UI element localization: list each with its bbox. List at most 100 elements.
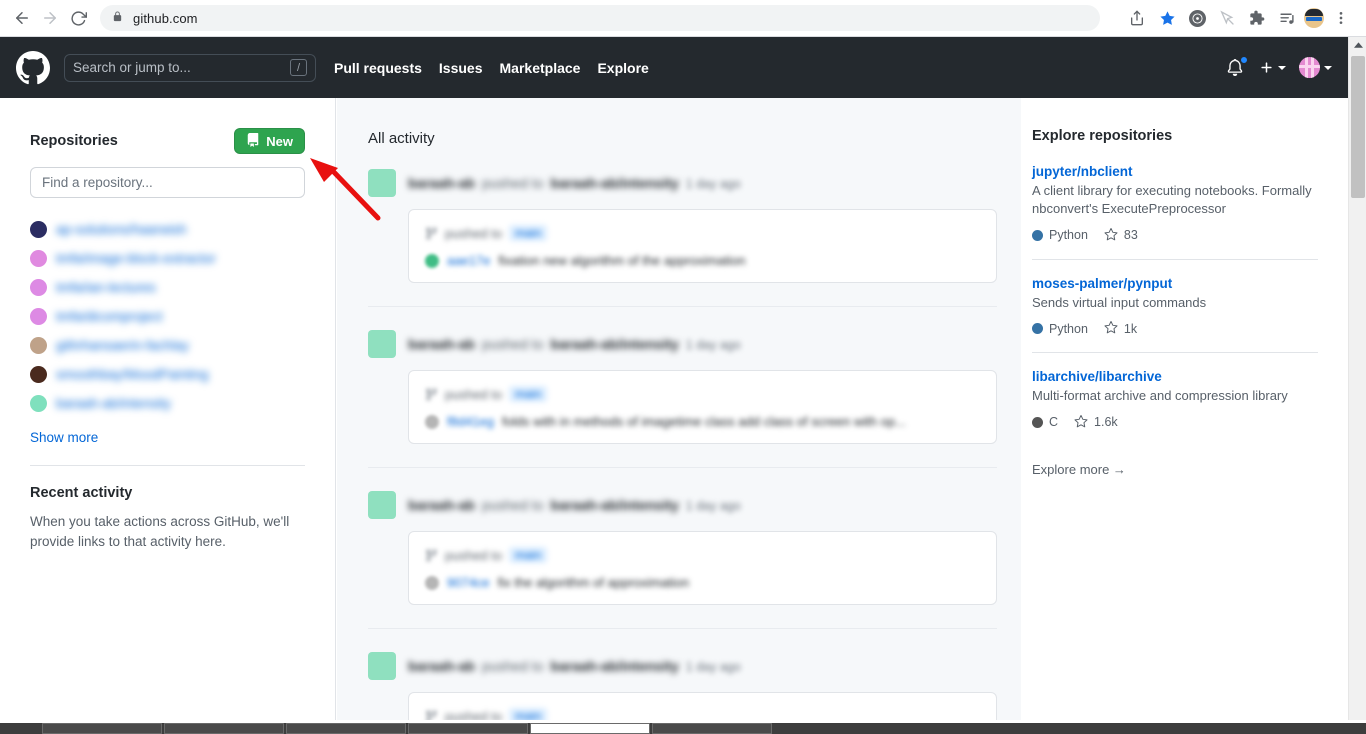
- branch-icon: [425, 227, 438, 240]
- taskbar-window-button[interactable]: [164, 723, 284, 734]
- new-repository-button[interactable]: New: [234, 128, 305, 154]
- feed-repository[interactable]: baraah-ab/intensity: [550, 336, 678, 352]
- notifications-button[interactable]: [1226, 54, 1249, 79]
- explore-repo-name[interactable]: jupyter/nbclient: [1032, 164, 1318, 179]
- star-count: 1k: [1123, 321, 1138, 336]
- commit-sha-link[interactable]: f8d41eg: [447, 414, 494, 429]
- show-more-link[interactable]: Show more: [30, 430, 305, 445]
- taskbar-window-button[interactable]: [652, 723, 772, 734]
- taskbar-window-button[interactable]: [408, 723, 528, 734]
- nav-explore[interactable]: Explore: [597, 60, 648, 76]
- nav-marketplace[interactable]: Marketplace: [500, 60, 581, 76]
- star-icon: [1074, 414, 1088, 431]
- list-item[interactable]: tmfa/image-block-extractor: [30, 244, 305, 273]
- extension-dark-icon[interactable]: [1184, 5, 1210, 31]
- feed-actor[interactable]: baraah-ab: [408, 336, 475, 352]
- repository-link[interactable]: smoothbay/MoodPainting: [56, 367, 208, 382]
- feed-card: pushed to main eed53b edit the approxima…: [408, 692, 997, 720]
- address-bar[interactable]: github.com: [100, 5, 1100, 31]
- browser-profile-avatar[interactable]: [1304, 8, 1324, 28]
- feed-verb: pushed to: [481, 175, 544, 191]
- reload-button[interactable]: [64, 4, 92, 32]
- repository-link[interactable]: baraah-ab/intensity: [56, 396, 171, 411]
- reading-list-icon[interactable]: [1274, 5, 1300, 31]
- feed-actor[interactable]: baraah-ab: [408, 175, 475, 191]
- pushed-to-label: pushed to: [445, 225, 503, 241]
- scrollbar-thumb[interactable]: [1351, 56, 1365, 198]
- bookmark-star-icon[interactable]: [1154, 5, 1180, 31]
- github-logo-icon[interactable]: [16, 50, 50, 85]
- explore-more-link[interactable]: Explore more →: [1032, 462, 1318, 477]
- extension-badge: [1188, 9, 1206, 27]
- explore-repo-stars[interactable]: 1k: [1104, 320, 1137, 337]
- explore-repo-description: A client library for executing notebooks…: [1032, 183, 1312, 217]
- taskbar-window-button-active[interactable]: [530, 723, 650, 734]
- feed-actor[interactable]: baraah-ab: [408, 658, 475, 674]
- repository-link[interactable]: tmfa/ian-lectures: [56, 280, 156, 295]
- explore-repo-stars[interactable]: 1.6k: [1074, 414, 1118, 431]
- branch-icon: [425, 710, 438, 720]
- list-item[interactable]: githrhansaerin-fachlay: [30, 331, 305, 360]
- feed-heading: All activity: [368, 130, 435, 147]
- repository-link[interactable]: tmfa/image-block-extractor: [56, 251, 216, 266]
- branch-icon: [425, 549, 438, 562]
- language-color-dot: [1032, 416, 1043, 428]
- language-color-dot: [1032, 229, 1043, 241]
- three-dot-menu-icon[interactable]: [1328, 5, 1354, 31]
- avatar: [30, 279, 47, 296]
- search-input[interactable]: Search or jump to... /: [64, 53, 316, 82]
- list-item[interactable]: baraah-ab/intensity: [30, 389, 305, 418]
- commit-sha-link[interactable]: 9074ce: [447, 575, 490, 590]
- feed-repository[interactable]: baraah-ab/intensity: [550, 175, 678, 191]
- repository-link[interactable]: ap-solutions/haarwish: [56, 222, 187, 237]
- list-item[interactable]: ap-solutions/haarwish: [30, 215, 305, 244]
- avatar-glasses: [1306, 17, 1322, 21]
- taskbar-window-button[interactable]: [286, 723, 406, 734]
- avatar: [368, 169, 396, 197]
- feed-actor[interactable]: baraah-ab: [408, 497, 475, 513]
- puzzle-extensions-icon[interactable]: [1244, 5, 1270, 31]
- explore-repo-item[interactable]: moses-palmer/pynput Sends virtual input …: [1032, 276, 1318, 354]
- user-menu[interactable]: [1299, 57, 1332, 78]
- list-item[interactable]: tmfa/dicomproject: [30, 302, 305, 331]
- list-item[interactable]: smoothbay/MoodPainting: [30, 360, 305, 389]
- explore-repo-description: Multi-format archive and compression lib…: [1032, 388, 1288, 404]
- feed-item: baraah-ab pushed to baraah-ab/intensity …: [368, 467, 997, 628]
- chevron-down-icon: [1278, 65, 1286, 70]
- branch-badge[interactable]: main: [509, 547, 548, 563]
- branch-badge[interactable]: main: [509, 386, 548, 402]
- feed-repository[interactable]: baraah-ab/intensity: [550, 497, 678, 513]
- branch-badge[interactable]: main: [509, 708, 548, 720]
- back-button[interactable]: [8, 4, 36, 32]
- explore-repo-name[interactable]: moses-palmer/pynput: [1032, 276, 1318, 291]
- commit-message: fix the algorithm of approximation: [497, 575, 690, 590]
- feed-verb: pushed to: [481, 336, 544, 352]
- repository-link[interactable]: githrhansaerin-fachlay: [56, 338, 189, 353]
- lock-icon: [112, 10, 123, 26]
- create-new-menu[interactable]: [1259, 60, 1286, 75]
- share-icon[interactable]: [1124, 5, 1150, 31]
- explore-repo-item[interactable]: libarchive/libarchive Multi-format archi…: [1032, 369, 1318, 445]
- explore-repo-language: Python: [1032, 228, 1088, 242]
- page-scrollbar[interactable]: [1348, 37, 1366, 720]
- nav-pull-requests[interactable]: Pull requests: [334, 60, 422, 76]
- recent-activity-description: When you take actions across GitHub, we'…: [30, 514, 290, 550]
- find-repository-input[interactable]: [30, 167, 305, 198]
- nav-issues[interactable]: Issues: [439, 60, 483, 76]
- scroll-up-arrow-icon[interactable]: [1349, 37, 1366, 54]
- explore-heading: Explore repositories: [1032, 128, 1173, 144]
- list-item[interactable]: tmfa/ian-lectures: [30, 273, 305, 302]
- explore-repo-item[interactable]: jupyter/nbclient A client library for ex…: [1032, 164, 1318, 260]
- explore-repo-stars[interactable]: 83: [1104, 227, 1138, 244]
- feed-repository[interactable]: baraah-ab/intensity: [550, 658, 678, 674]
- feed-timestamp: 1 day ago: [685, 177, 741, 191]
- taskbar-window-button[interactable]: [42, 723, 162, 734]
- cursor-disabled-icon[interactable]: [1214, 5, 1240, 31]
- explore-repo-name[interactable]: libarchive/libarchive: [1032, 369, 1318, 384]
- branch-badge[interactable]: main: [509, 225, 548, 241]
- feed-item-header: baraah-ab pushed to baraah-ab/intensity …: [368, 169, 997, 197]
- forward-button[interactable]: [36, 4, 64, 32]
- explore-repo-description: Sends virtual input commands: [1032, 294, 1207, 310]
- commit-sha-link[interactable]: aae17e: [447, 253, 490, 268]
- repository-link[interactable]: tmfa/dicomproject: [56, 309, 163, 324]
